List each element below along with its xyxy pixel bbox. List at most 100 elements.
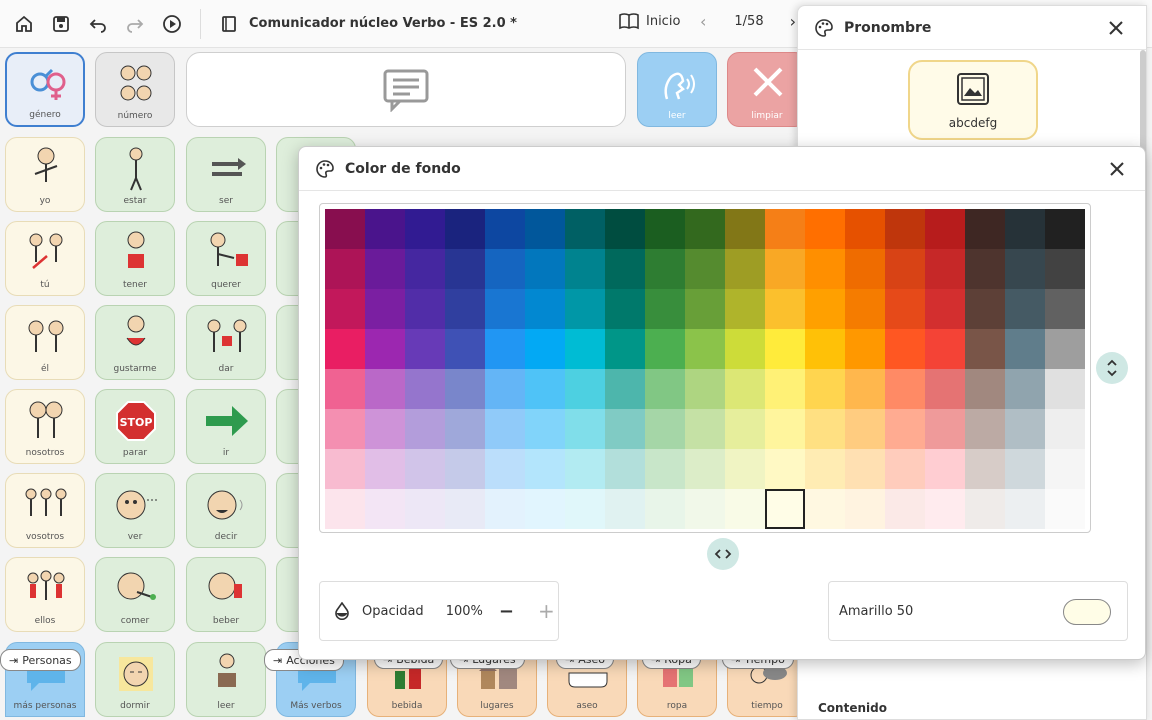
color-swatch[interactable] — [725, 209, 765, 249]
color-swatch[interactable] — [965, 329, 1005, 369]
color-swatch[interactable] — [1045, 249, 1085, 289]
color-swatch[interactable] — [885, 369, 925, 409]
color-swatch[interactable] — [1005, 289, 1045, 329]
color-swatch[interactable] — [325, 369, 365, 409]
color-swatch[interactable] — [325, 489, 365, 529]
color-swatch[interactable] — [365, 409, 405, 449]
color-swatch[interactable] — [525, 489, 565, 529]
color-swatch[interactable] — [765, 369, 805, 409]
color-swatch[interactable] — [405, 409, 445, 449]
color-swatch[interactable] — [485, 449, 525, 489]
dormir-cell[interactable]: dormir — [95, 642, 175, 717]
color-swatch[interactable] — [1005, 449, 1045, 489]
color-swatch[interactable] — [365, 369, 405, 409]
color-swatch[interactable] — [1005, 209, 1045, 249]
color-swatch[interactable] — [1045, 289, 1085, 329]
color-swatch[interactable] — [1005, 489, 1045, 529]
color-swatch[interactable] — [645, 409, 685, 449]
color-swatch[interactable] — [725, 489, 765, 529]
color-swatch[interactable] — [445, 289, 485, 329]
color-swatch[interactable] — [765, 449, 805, 489]
color-swatch[interactable] — [805, 209, 845, 249]
color-swatch[interactable] — [885, 449, 925, 489]
color-swatch[interactable] — [645, 209, 685, 249]
parar-cell[interactable]: STOP parar — [95, 389, 175, 464]
color-swatch[interactable] — [605, 249, 645, 289]
color-swatch[interactable] — [1045, 489, 1085, 529]
color-swatch[interactable] — [325, 289, 365, 329]
color-swatch[interactable] — [1005, 329, 1045, 369]
color-swatch[interactable] — [885, 489, 925, 529]
expand-horizontal-button[interactable] — [707, 538, 739, 570]
ser-cell[interactable]: ser — [186, 137, 266, 212]
color-swatch[interactable] — [685, 329, 725, 369]
color-swatch[interactable] — [325, 249, 365, 289]
minus-icon[interactable]: − — [499, 601, 514, 622]
color-swatch[interactable] — [725, 449, 765, 489]
color-swatch[interactable] — [685, 209, 725, 249]
color-swatch[interactable] — [965, 209, 1005, 249]
color-swatch[interactable] — [805, 369, 845, 409]
color-swatch[interactable] — [965, 249, 1005, 289]
color-swatch[interactable] — [405, 289, 445, 329]
color-swatch[interactable] — [805, 289, 845, 329]
color-swatch[interactable] — [445, 369, 485, 409]
color-swatch[interactable] — [325, 209, 365, 249]
color-swatch[interactable] — [765, 289, 805, 329]
color-swatch[interactable] — [405, 329, 445, 369]
color-swatch[interactable] — [885, 209, 925, 249]
prev-page-icon[interactable]: ‹ — [700, 12, 706, 31]
querer-cell[interactable]: querer — [186, 221, 266, 296]
color-swatch[interactable] — [325, 329, 365, 369]
color-swatch[interactable] — [405, 209, 445, 249]
leer-top-cell[interactable]: leer — [637, 52, 717, 127]
color-swatch[interactable] — [685, 249, 725, 289]
close-icon[interactable] — [1106, 18, 1126, 38]
color-swatch[interactable] — [485, 489, 525, 529]
color-swatch[interactable] — [765, 249, 805, 289]
color-swatch[interactable] — [925, 289, 965, 329]
color-swatch[interactable] — [805, 329, 845, 369]
color-swatch[interactable] — [765, 329, 805, 369]
leer-cell[interactable]: leer — [186, 642, 266, 717]
color-swatch[interactable] — [565, 489, 605, 529]
color-swatch[interactable] — [445, 409, 485, 449]
color-swatch[interactable] — [845, 329, 885, 369]
color-swatch[interactable] — [645, 329, 685, 369]
color-swatch[interactable] — [1045, 449, 1085, 489]
estar-cell[interactable]: estar — [95, 137, 175, 212]
home-page-button[interactable]: Inicio — [618, 12, 680, 30]
color-swatch[interactable] — [925, 369, 965, 409]
color-swatch[interactable] — [525, 369, 565, 409]
color-swatch[interactable] — [365, 209, 405, 249]
color-swatch[interactable] — [1005, 409, 1045, 449]
save-icon[interactable] — [47, 10, 75, 38]
color-swatch[interactable] — [885, 289, 925, 329]
color-swatch[interactable] — [1005, 369, 1045, 409]
play-icon[interactable] — [158, 10, 186, 38]
color-swatch[interactable] — [685, 409, 725, 449]
color-swatch[interactable] — [325, 409, 365, 449]
genero-cell[interactable]: género — [5, 52, 85, 127]
color-swatch[interactable] — [565, 409, 605, 449]
color-swatch[interactable] — [765, 209, 805, 249]
color-swatch[interactable] — [445, 489, 485, 529]
tu-cell[interactable]: tú — [5, 221, 85, 296]
color-swatch[interactable] — [485, 209, 525, 249]
beber-cell[interactable]: beber — [186, 557, 266, 632]
color-swatch[interactable] — [485, 369, 525, 409]
color-swatch[interactable] — [845, 489, 885, 529]
color-swatch[interactable] — [365, 289, 405, 329]
color-swatch[interactable] — [405, 249, 445, 289]
color-swatch[interactable] — [565, 369, 605, 409]
color-swatch[interactable] — [605, 449, 645, 489]
color-swatch[interactable] — [845, 209, 885, 249]
color-swatch[interactable] — [445, 209, 485, 249]
decir-cell[interactable]: decir — [186, 473, 266, 548]
color-swatch[interactable] — [685, 489, 725, 529]
color-swatch[interactable] — [765, 489, 805, 529]
redo-icon[interactable] — [121, 10, 149, 38]
color-swatch[interactable] — [925, 209, 965, 249]
color-swatch[interactable] — [445, 249, 485, 289]
color-swatch[interactable] — [645, 249, 685, 289]
